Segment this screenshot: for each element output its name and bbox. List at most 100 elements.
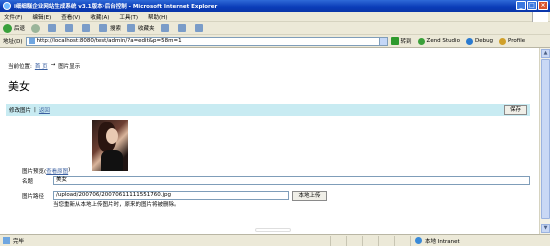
menu-tools[interactable]: 工具(T) <box>119 13 138 21</box>
ie-icon <box>3 2 11 10</box>
status-cell <box>346 235 362 246</box>
go-label: 转到 <box>400 39 412 45</box>
addon-zend-label: Zend Studio <box>426 38 460 44</box>
address-label: 地址(D) <box>3 39 23 45</box>
addon-profile[interactable]: Profile <box>499 37 526 45</box>
address-input[interactable]: http://localhost:8080/test/admin/?a=edit… <box>25 36 388 46</box>
window-controls: _ □ × <box>516 1 548 10</box>
photo-body <box>101 150 123 171</box>
photo-face <box>106 128 118 144</box>
home-icon <box>82 24 91 32</box>
go-button[interactable]: 转到 <box>390 37 412 45</box>
forward-button[interactable] <box>31 23 42 33</box>
debug-icon <box>465 37 473 45</box>
addon-debug-label: Debug <box>474 38 494 44</box>
menu-favorites[interactable]: 收藏(A) <box>90 13 109 21</box>
breadcrumb: 当前位置: 首 页 → 图片显示 <box>8 62 80 70</box>
address-dropdown-icon[interactable] <box>378 37 387 45</box>
preview-row: 图片预览( 查看原图 ) <box>22 167 70 175</box>
status-cell <box>362 235 378 246</box>
status-cell <box>330 235 346 246</box>
menu-help[interactable]: 帮助(H) <box>148 13 167 21</box>
stop-button[interactable] <box>48 24 59 32</box>
back-link[interactable]: 返回 <box>39 106 50 114</box>
done-page-icon <box>3 237 10 244</box>
breadcrumb-current: 图片显示 <box>58 64 81 70</box>
upload-hint: 当您重新从本地上传图片时，原来的图片将被删除。 <box>53 202 180 208</box>
vertical-scrollbar[interactable]: ▲ ▼ <box>539 48 550 234</box>
globe-icon <box>415 237 422 244</box>
page-title: 美女 <box>8 80 30 93</box>
stop-icon <box>48 24 57 32</box>
breadcrumb-arrow: → <box>50 62 56 68</box>
scroll-up-icon[interactable]: ▲ <box>541 49 550 58</box>
refresh-button[interactable] <box>65 24 76 32</box>
breadcrumb-home-link[interactable]: 首 页 <box>35 62 48 70</box>
page-divider <box>255 228 291 232</box>
addon-zend-studio[interactable]: Zend Studio <box>417 37 460 45</box>
search-button[interactable]: 搜索 <box>99 24 121 32</box>
print-icon <box>194 24 203 32</box>
favorites-button[interactable]: 收藏夹 <box>127 24 155 32</box>
edit-image-label: 修改图片 <box>9 108 32 114</box>
search-icon <box>99 24 108 32</box>
favorites-label: 收藏夹 <box>138 26 155 32</box>
scroll-thumb[interactable] <box>541 59 550 219</box>
menu-edit[interactable]: 编辑(E) <box>32 13 51 21</box>
back-button[interactable]: 后退 <box>3 23 26 33</box>
zone-label: 本地 Intranet <box>425 238 460 245</box>
name-label: 名题 <box>22 178 34 185</box>
action-separator: | <box>34 107 36 113</box>
home-button[interactable] <box>82 24 93 32</box>
window-titlebar: i细细糕企业网站生成系统 v3.1版本·后台控制 - Microsoft Int… <box>0 0 550 12</box>
upload-button[interactable]: 本地上传 <box>292 191 327 201</box>
address-bar: 地址(D) http://localhost:8080/test/admin/?… <box>0 35 550 48</box>
addon-profile-label: Profile <box>508 38 526 44</box>
status-text: 完毕 <box>13 238 25 245</box>
minimize-button[interactable]: _ <box>516 1 526 10</box>
menu-view[interactable]: 查看(V) <box>61 13 80 21</box>
mail-icon <box>177 24 186 32</box>
status-bar: 完毕 本地 Intranet <box>0 234 550 246</box>
addon-debug[interactable]: Debug <box>465 37 494 45</box>
scroll-down-icon[interactable]: ▼ <box>541 224 550 233</box>
preview-label: 图片预览( <box>22 169 47 175</box>
refresh-icon <box>65 24 74 32</box>
forward-arrow-icon <box>31 23 41 33</box>
page-icon <box>28 38 35 44</box>
status-left: 完毕 <box>0 237 330 245</box>
status-cell <box>394 235 410 246</box>
profile-icon <box>499 37 507 45</box>
search-label: 搜索 <box>110 26 122 32</box>
name-field[interactable]: 美女 <box>53 176 530 185</box>
address-url: http://localhost:8080/test/admin/?a=edit… <box>36 38 182 44</box>
history-icon <box>160 24 169 32</box>
image-preview <box>92 120 128 171</box>
browser-toolbar: 后退 搜索 收藏夹 <box>0 22 550 35</box>
preview-close-paren: ) <box>68 167 71 173</box>
menu-bar: 文件(F) 编辑(E) 查看(V) 收藏(A) 工具(T) 帮助(H) <box>0 12 550 22</box>
path-field[interactable]: /upload/200706/20070611111551760.jpg <box>53 191 289 200</box>
menu-file[interactable]: 文件(F) <box>4 13 22 21</box>
name-row: 名题 美女 <box>22 176 532 185</box>
view-original-link[interactable]: 查看原图 <box>46 167 68 175</box>
close-button[interactable]: × <box>538 1 548 10</box>
mail-button[interactable] <box>177 24 189 32</box>
windows-flag-icon <box>532 12 548 22</box>
back-label: 后退 <box>14 26 26 32</box>
save-button[interactable]: 保存 <box>503 105 527 115</box>
print-button[interactable] <box>194 24 206 32</box>
status-cell <box>378 235 394 246</box>
star-icon <box>127 24 136 32</box>
back-arrow-icon <box>3 23 12 33</box>
history-button[interactable] <box>160 24 172 32</box>
zend-icon <box>417 37 425 45</box>
page-viewport: 当前位置: 首 页 → 图片显示 美女 修改图片 | 返回 保存 图片预览( 查… <box>0 48 539 234</box>
security-zone: 本地 Intranet <box>410 235 500 246</box>
maximize-button[interactable]: □ <box>527 1 537 10</box>
go-arrow-icon <box>390 37 399 45</box>
path-label: 图片路径 <box>22 194 45 200</box>
window-title: i细细糕企业网站生成系统 v3.1版本·后台控制 - Microsoft Int… <box>14 4 218 10</box>
action-bar: 修改图片 | 返回 保存 <box>6 104 530 116</box>
breadcrumb-prefix: 当前位置: <box>8 64 32 70</box>
